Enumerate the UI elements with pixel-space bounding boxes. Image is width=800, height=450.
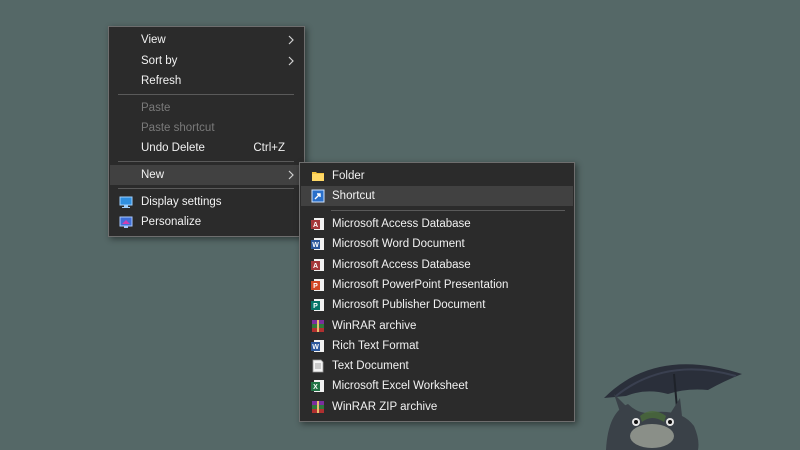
- menu-item-display-settings[interactable]: Display settings: [110, 192, 303, 212]
- desktop[interactable]: View Sort by Refresh Paste Paste shortcu…: [0, 0, 800, 450]
- submenu-item-label: Microsoft PowerPoint Presentation: [332, 279, 509, 291]
- svg-text:A: A: [313, 263, 318, 270]
- submenu-item-winrar-archive[interactable]: WinRAR archive: [301, 316, 573, 336]
- menu-item-paste-shortcut: Paste shortcut: [110, 118, 303, 138]
- publisher-icon: P: [311, 298, 325, 312]
- wallpaper-totoro-illustration: [604, 364, 742, 450]
- svg-text:X: X: [313, 384, 318, 391]
- excel-icon: X: [311, 379, 325, 393]
- svg-text:A: A: [313, 222, 318, 229]
- submenu-item-label: Shortcut: [332, 190, 375, 202]
- chevron-right-icon: [286, 165, 296, 185]
- menu-separator: [118, 94, 294, 95]
- submenu-item-label: Microsoft Access Database: [332, 259, 471, 271]
- submenu-item-access-database[interactable]: A Microsoft Access Database: [301, 214, 573, 234]
- menu-item-new[interactable]: New: [110, 165, 303, 185]
- submenu-item-excel-worksheet[interactable]: X Microsoft Excel Worksheet: [301, 376, 573, 396]
- submenu-item-shortcut[interactable]: Shortcut: [301, 186, 573, 206]
- submenu-item-rich-text-format[interactable]: W Rich Text Format: [301, 336, 573, 356]
- display-settings-icon: [119, 195, 133, 209]
- text-document-icon: [311, 359, 325, 373]
- submenu-item-access-database-2[interactable]: A Microsoft Access Database: [301, 255, 573, 275]
- menu-item-view[interactable]: View: [110, 30, 303, 50]
- submenu-item-label: WinRAR archive: [332, 320, 417, 332]
- desktop-context-menu: View Sort by Refresh Paste Paste shortcu…: [108, 26, 305, 237]
- submenu-item-winrar-zip-archive[interactable]: WinRAR ZIP archive: [301, 397, 573, 417]
- keyboard-shortcut: Ctrl+Z: [253, 142, 285, 154]
- word-icon: W: [311, 237, 325, 251]
- menu-separator: [118, 161, 294, 162]
- svg-text:W: W: [312, 344, 319, 351]
- access-icon: A: [311, 258, 325, 272]
- menu-item-undo-delete[interactable]: Undo Delete Ctrl+Z: [110, 138, 303, 158]
- access-icon: A: [311, 217, 325, 231]
- menu-item-sort-by[interactable]: Sort by: [110, 51, 303, 71]
- svg-text:P: P: [313, 303, 318, 310]
- menu-item-label: Personalize: [141, 216, 202, 228]
- menu-item-label: Refresh: [141, 75, 182, 87]
- submenu-item-text-document[interactable]: Text Document: [301, 356, 573, 376]
- winrar-zip-icon: [311, 400, 325, 414]
- submenu-item-label: Microsoft Excel Worksheet: [332, 380, 468, 392]
- menu-item-label: Paste shortcut: [141, 122, 215, 134]
- submenu-item-label: Rich Text Format: [332, 340, 419, 352]
- menu-item-personalize[interactable]: Personalize: [110, 212, 303, 232]
- menu-item-label: New: [141, 169, 165, 181]
- submenu-item-publisher-document[interactable]: P Microsoft Publisher Document: [301, 295, 573, 315]
- submenu-item-powerpoint-presentation[interactable]: P Microsoft PowerPoint Presentation: [301, 275, 573, 295]
- submenu-item-word-document[interactable]: W Microsoft Word Document: [301, 234, 573, 254]
- svg-text:W: W: [312, 242, 319, 249]
- menu-item-label: Sort by: [141, 55, 178, 67]
- rich-text-icon: W: [311, 339, 325, 353]
- chevron-right-icon: [286, 51, 296, 71]
- menu-item-label: View: [141, 34, 166, 46]
- submenu-item-label: Microsoft Publisher Document: [332, 299, 486, 311]
- submenu-item-label: Text Document: [332, 360, 409, 372]
- menu-item-paste: Paste: [110, 98, 303, 118]
- submenu-item-label: Microsoft Word Document: [332, 238, 465, 250]
- folder-icon: [311, 169, 325, 183]
- menu-item-label: Paste: [141, 102, 171, 114]
- shortcut-icon: [311, 189, 325, 203]
- submenu-item-folder[interactable]: Folder: [301, 166, 573, 186]
- winrar-icon: [311, 319, 325, 333]
- svg-text:P: P: [313, 283, 318, 290]
- submenu-item-label: Folder: [332, 170, 365, 182]
- submenu-item-label: Microsoft Access Database: [332, 218, 471, 230]
- personalize-icon: [119, 215, 133, 229]
- chevron-right-icon: [286, 30, 296, 50]
- menu-item-label: Undo Delete: [141, 142, 205, 154]
- new-submenu: Folder Shortcut A Microsoft Access Datab…: [299, 162, 575, 422]
- menu-item-label: Display settings: [141, 196, 222, 208]
- powerpoint-icon: P: [311, 278, 325, 292]
- menu-separator: [118, 188, 294, 189]
- menu-separator: [331, 210, 565, 211]
- menu-item-refresh[interactable]: Refresh: [110, 71, 303, 91]
- submenu-item-label: WinRAR ZIP archive: [332, 401, 438, 413]
